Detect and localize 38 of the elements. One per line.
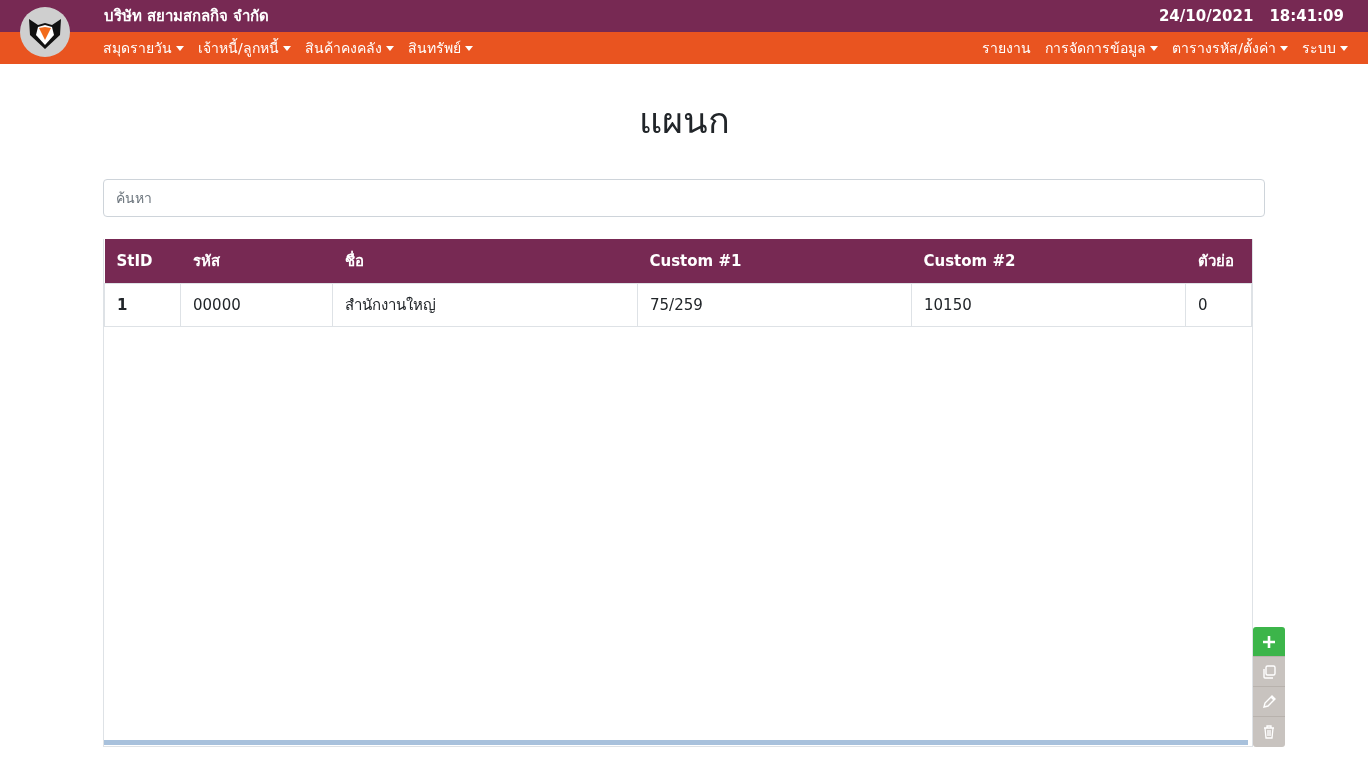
caret-icon [282,45,291,51]
column-header[interactable]: ตัวย่อ [1185,239,1252,284]
search-field[interactable]: ค้นหา [103,179,1265,217]
table-cell: 0 [1185,283,1252,327]
page-title: แผนก [637,99,731,143]
table-cell: 10150 [911,283,1186,327]
caret-icon [1280,45,1288,51]
column-header[interactable]: Custom #1 [637,239,912,284]
caret-icon [1150,45,1159,51]
company-name: บริษัท สยามสกลกิจ จำกัด [104,6,271,27]
caret-icon [385,45,394,51]
caret-icon [1340,45,1348,51]
plus-icon [1261,633,1277,650]
table-cell: สำนักงานใหญ่ [332,283,638,327]
copy-icon [1261,663,1277,680]
caret-icon [464,45,473,51]
add-button[interactable] [1253,627,1285,657]
nav-menu-item[interactable]: เจ้าหนี้/ลูกหนี้ [198,37,291,59]
column-header[interactable]: รหัส [180,239,333,284]
nav-menu-item[interactable]: ตารางรหัส/ตั้งค่า [1172,37,1288,59]
nav-menu-item[interactable]: รายงาน [982,37,1032,59]
time-text: 18:41:09 [1269,7,1344,25]
nav-menu-item[interactable]: สินทรัพย์ [407,37,473,59]
nav-menu-item[interactable]: ระบบ [1302,37,1348,59]
nav-menu-item[interactable]: สินค้าคงคลัง [304,37,394,59]
column-header[interactable]: ชื่อ [332,239,638,284]
nav-menu-item[interactable]: สมุดรายวัน [103,37,184,59]
nav-menu-item[interactable]: การจัดการข้อมูล [1045,37,1159,59]
date-text: 24/10/2021 [1158,7,1254,25]
trash-icon [1261,724,1277,740]
pencil-icon [1261,693,1277,710]
column-header[interactable]: StID [104,239,181,284]
table-cell: 75/259 [637,283,912,327]
column-header[interactable]: Custom #2 [911,239,1186,284]
table-cell: 00000 [180,283,333,327]
table-cell: 1 [104,283,181,327]
scrollbar[interactable] [104,740,1248,745]
caret-icon [176,45,184,51]
